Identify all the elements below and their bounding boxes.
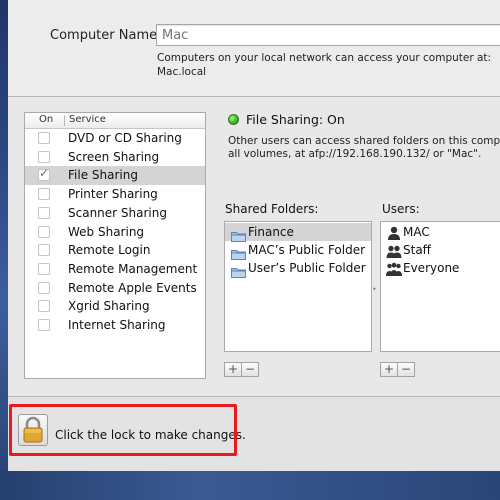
service-checkbox[interactable] xyxy=(38,281,50,294)
user-row[interactable]: Everyone xyxy=(381,259,500,277)
service-row[interactable]: Xgrid Sharing xyxy=(25,297,205,316)
shared-folder-row[interactable]: User’s Public Folder xyxy=(225,259,371,278)
user-row[interactable]: Staff xyxy=(381,241,500,259)
status-description-line1: Other users can access shared folders on… xyxy=(228,135,500,147)
desktop-background-bottom xyxy=(0,470,500,500)
service-row[interactable]: Remote Management xyxy=(25,260,205,279)
single-user-icon xyxy=(386,225,402,240)
service-checkbox[interactable] xyxy=(38,262,50,275)
service-row[interactable]: Scanner Sharing xyxy=(25,204,205,223)
user-name: Staff xyxy=(403,243,431,257)
column-header-service[interactable]: Service xyxy=(69,114,106,125)
shared-folder-row[interactable]: Finance xyxy=(225,223,371,242)
shared-folder-name: MAC’s Public Folder xyxy=(248,243,366,257)
service-list: On Service DVD or CD Sharing Screen Shari… xyxy=(24,112,206,379)
users-label: Users: xyxy=(382,202,420,216)
service-row[interactable]: Remote Apple Events xyxy=(25,279,205,298)
service-name: Internet Sharing xyxy=(68,318,166,332)
service-row[interactable]: File Sharing xyxy=(25,166,205,186)
service-name: Remote Login xyxy=(68,243,151,258)
service-name: Xgrid Sharing xyxy=(68,299,150,314)
service-name: DVD or CD Sharing xyxy=(68,131,182,145)
status-description: Other users can access shared folders on… xyxy=(228,135,500,161)
column-divider xyxy=(64,115,65,126)
highlight-annotation-box xyxy=(9,404,237,456)
service-name: File Sharing xyxy=(68,168,138,183)
service-checkbox[interactable] xyxy=(38,206,50,219)
user-name: MAC xyxy=(403,225,430,239)
remove-folder-button[interactable]: − xyxy=(241,362,259,377)
column-header-on[interactable]: On xyxy=(39,114,53,125)
service-row[interactable]: Remote Login xyxy=(25,241,205,260)
service-checkbox[interactable] xyxy=(38,244,50,257)
service-row[interactable]: Printer Sharing xyxy=(25,185,205,204)
shared-folders-list: Finance MAC’s Public Folder User’s Public … xyxy=(224,221,372,352)
folder-icon xyxy=(231,245,246,260)
computer-name-label: Computer Name: xyxy=(50,28,162,43)
service-row[interactable]: Internet Sharing xyxy=(25,316,205,335)
folder-icon xyxy=(231,227,246,242)
remove-user-button[interactable]: − xyxy=(397,362,415,377)
everyone-icon xyxy=(386,261,402,276)
service-name: Remote Management xyxy=(68,261,198,276)
service-row[interactable]: Web Sharing xyxy=(25,223,205,242)
splitter-handle-icon[interactable]: ⬩ xyxy=(373,284,376,294)
service-checkbox[interactable] xyxy=(38,150,50,163)
group-icon xyxy=(386,243,402,258)
computer-name-description: Computers on your local network can acce… xyxy=(157,52,492,78)
service-row[interactable]: DVD or CD Sharing xyxy=(25,129,205,148)
add-folder-button[interactable]: + xyxy=(224,362,242,377)
service-list-header: On Service xyxy=(25,113,205,129)
status-indicator-icon xyxy=(228,114,239,125)
status-description-line2: all volumes, at afp://192.168.190.132/ o… xyxy=(228,148,482,160)
users-list: MAC Staff Everyone xyxy=(380,221,500,352)
computer-name-panel xyxy=(8,0,500,97)
add-user-button[interactable]: + xyxy=(380,362,398,377)
service-name: Printer Sharing xyxy=(68,187,158,202)
service-checkbox[interactable] xyxy=(38,188,50,201)
shared-folder-name: Finance xyxy=(248,225,294,239)
shared-folder-name: User’s Public Folder xyxy=(248,261,366,275)
service-checkbox[interactable] xyxy=(38,132,50,144)
service-name: Screen Sharing xyxy=(68,149,160,164)
shared-folder-row[interactable]: MAC’s Public Folder xyxy=(225,241,371,260)
service-checkbox[interactable] xyxy=(38,300,50,313)
folder-icon xyxy=(231,263,246,278)
service-checkbox[interactable] xyxy=(38,166,50,182)
service-name: Scanner Sharing xyxy=(68,205,167,220)
shared-folders-label: Shared Folders: xyxy=(225,202,319,216)
service-row[interactable]: Screen Sharing xyxy=(25,148,205,167)
service-name: Remote Apple Events xyxy=(68,280,197,295)
user-row[interactable]: MAC xyxy=(381,223,500,241)
computer-name-input[interactable] xyxy=(156,24,500,46)
service-checkbox[interactable] xyxy=(38,225,50,238)
desktop-background xyxy=(0,0,8,500)
service-checkbox[interactable] xyxy=(38,319,50,331)
user-name: Everyone xyxy=(403,261,460,275)
status-title: File Sharing: On xyxy=(246,112,345,127)
service-name: Web Sharing xyxy=(68,224,145,239)
